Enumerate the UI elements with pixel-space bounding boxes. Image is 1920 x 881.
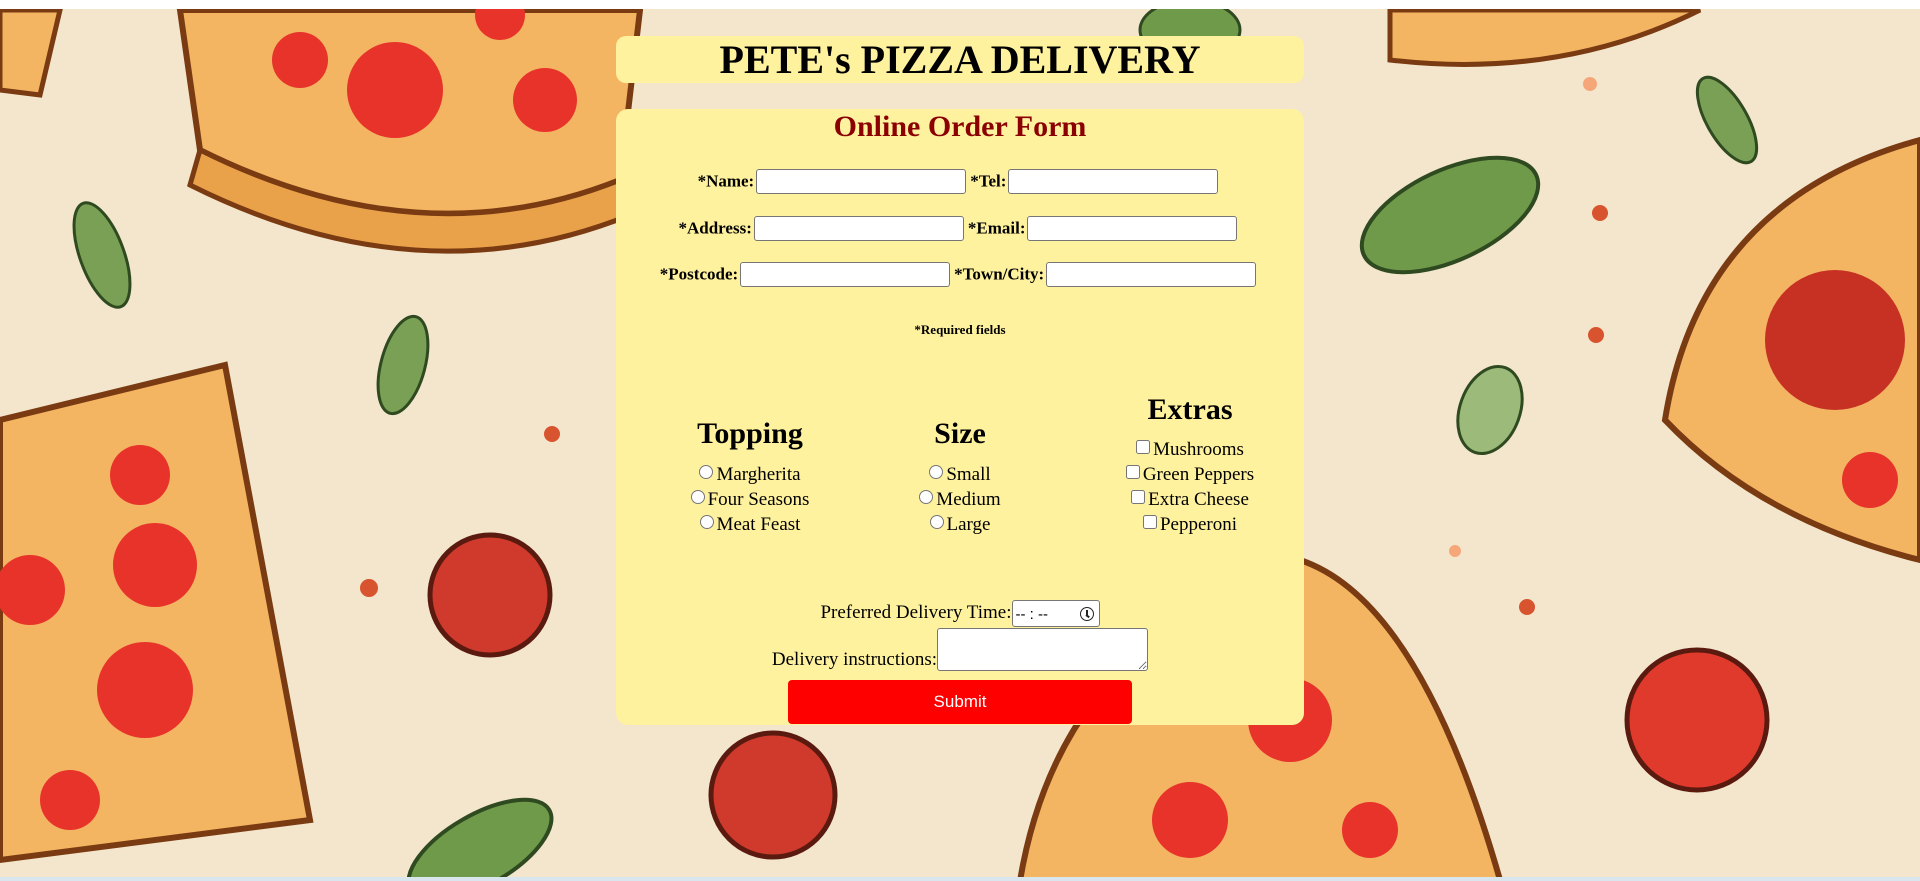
header-banner: PETE's PIZZA DELIVERY xyxy=(616,36,1304,83)
email-label: *Email: xyxy=(967,218,1026,238)
size-option[interactable]: Large xyxy=(870,512,1050,537)
town-input[interactable] xyxy=(1046,262,1257,287)
basil-leaf-graphic xyxy=(406,797,554,881)
pizza-slice-graphic xyxy=(176,0,644,254)
address-input[interactable] xyxy=(753,216,964,241)
tomato-graphic xyxy=(1624,647,1770,793)
topping-radio[interactable] xyxy=(699,515,714,529)
extras-heading: Extras xyxy=(1147,393,1233,426)
page-top-border xyxy=(0,0,1920,9)
extras-option-label: Extra Cheese xyxy=(1148,489,1249,510)
size-radio[interactable] xyxy=(929,515,944,529)
tomato-graphic xyxy=(708,730,838,860)
extras-option-label: Pepperoni xyxy=(1159,514,1238,535)
email-input[interactable] xyxy=(1027,216,1238,241)
name-label: *Name: xyxy=(697,171,755,191)
delivery-instructions-row: Delivery instructions: xyxy=(616,628,1304,671)
required-fields-note: *Required fields xyxy=(914,322,1006,337)
basil-leaf-graphic xyxy=(1456,364,1524,456)
postcode-town-row: *Postcode: *Town/City: xyxy=(616,262,1304,287)
extras-option[interactable]: Mushrooms xyxy=(1090,437,1290,462)
topping-heading: Topping xyxy=(697,417,803,450)
extras-checkbox[interactable] xyxy=(1131,490,1146,504)
clock-icon[interactable] xyxy=(1079,607,1094,621)
form-title: Online Order Form xyxy=(833,110,1087,143)
topping-option-label: Margherita xyxy=(716,464,801,485)
size-radio[interactable] xyxy=(929,465,944,479)
name-input[interactable] xyxy=(756,169,967,194)
delivery-time-label: Preferred Delivery Time: xyxy=(820,601,1012,623)
extras-checkbox[interactable] xyxy=(1142,515,1157,529)
delivery-time-input[interactable]: -- : -- xyxy=(1011,600,1100,627)
basil-leaf-graphic xyxy=(1695,75,1759,165)
delivery-instructions-input[interactable] xyxy=(937,628,1149,671)
postcode-label: *Postcode: xyxy=(659,264,739,284)
tel-label: *Tel: xyxy=(970,171,1007,191)
topping-group: Topping Margherita Four Seasons Meat Fea… xyxy=(660,416,840,537)
basil-leaf-graphic xyxy=(1359,155,1541,275)
basil-leaf-graphic xyxy=(72,201,132,309)
topping-radio[interactable] xyxy=(699,465,714,479)
submit-button[interactable]: Submit xyxy=(788,680,1132,724)
extras-option[interactable]: Green Peppers xyxy=(1090,462,1290,487)
page-bottom-border xyxy=(0,877,1920,881)
size-option-label: Large xyxy=(946,514,991,535)
delivery-instructions-label: Delivery instructions: xyxy=(771,649,938,670)
size-option-label: Medium xyxy=(936,489,1001,510)
extras-checkbox[interactable] xyxy=(1125,465,1140,479)
page-title: PETE's PIZZA DELIVERY xyxy=(719,37,1201,82)
pizza-slice-graphic xyxy=(1661,136,1920,564)
tomato-graphic xyxy=(427,532,553,658)
extras-checkbox[interactable] xyxy=(1136,440,1151,454)
extras-option[interactable]: Pepperoni xyxy=(1090,512,1290,537)
size-group: Size Small Medium Large xyxy=(870,416,1050,537)
address-email-row: *Address: *Email: xyxy=(616,216,1304,241)
topping-option[interactable]: Meat Feast xyxy=(660,512,840,537)
size-option[interactable]: Small xyxy=(870,462,1050,487)
town-label: *Town/City: xyxy=(954,264,1045,284)
pizza-slice-graphic xyxy=(0,361,314,864)
size-option-label: Small xyxy=(946,464,991,485)
size-radio[interactable] xyxy=(919,490,934,504)
topping-option-label: Four Seasons xyxy=(707,489,810,510)
extras-option-label: Green Peppers xyxy=(1142,464,1255,485)
size-heading: Size xyxy=(934,417,986,450)
size-option[interactable]: Medium xyxy=(870,487,1050,512)
extras-group: Extras Mushrooms Green Peppers Extra Che… xyxy=(1090,392,1290,537)
topping-option-label: Meat Feast xyxy=(716,514,801,535)
postcode-input[interactable] xyxy=(740,262,951,287)
name-tel-row: *Name: *Tel: xyxy=(616,169,1304,194)
extras-option-label: Mushrooms xyxy=(1153,439,1244,460)
topping-radio[interactable] xyxy=(690,490,705,504)
topping-option[interactable]: Four Seasons xyxy=(660,487,840,512)
delivery-time-value: -- : -- xyxy=(1015,606,1048,623)
tel-input[interactable] xyxy=(1008,169,1219,194)
order-form: Online Order Form *Name: *Tel: *Address: *… xyxy=(616,109,1304,725)
basil-leaf-graphic xyxy=(376,314,430,416)
topping-option[interactable]: Margherita xyxy=(660,462,840,487)
delivery-time-row: Preferred Delivery Time: -- : -- xyxy=(616,600,1304,627)
address-label: *Address: xyxy=(678,218,752,238)
extras-option[interactable]: Extra Cheese xyxy=(1090,487,1290,512)
